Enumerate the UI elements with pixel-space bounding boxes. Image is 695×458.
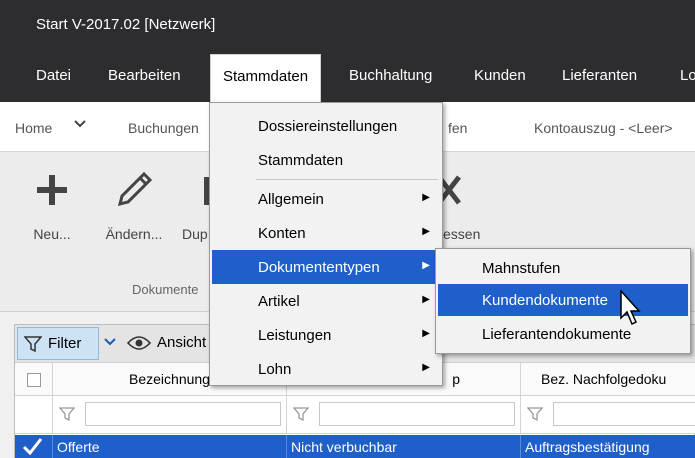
menu-stammdaten[interactable]: Stammdaten [210,54,322,102]
window-title: Start V-2017.02 [Netzwerk] [36,16,216,33]
menu-item-label: Leistungen [258,327,332,344]
chevron-right-icon: ▶ [422,328,430,339]
column-header-nachfolgedokument[interactable]: Bez. Nachfolgedoku [521,363,695,396]
ribbon-group-label: Dokumente [132,282,199,297]
table-cell[interactable]: Nicht verbuchbar [287,435,521,458]
submenu-item-kundendokumente[interactable]: Kundendokumente [438,284,688,316]
menu-item-stammdaten[interactable]: Stammdaten [212,143,440,177]
menu-lohn[interactable]: Lo [680,67,695,84]
menu-bar: Datei Bearbeiten Stammdaten Buchhaltung … [0,52,695,102]
menu-buchhaltung[interactable]: Buchhaltung [349,67,432,84]
menu-item-konten[interactable]: Konten ▶ [212,216,440,250]
duplicate-button-label: Dup [182,226,208,242]
select-all-checkbox[interactable] [26,373,41,387]
filter-input-nachfolgedokument[interactable] [553,402,695,426]
submenu-item-lieferantendokumente[interactable]: Lieferantendokumente [438,318,688,350]
menu-item-label: Artikel [258,293,300,310]
eye-icon [127,335,151,350]
menu-item-artikel[interactable]: Artikel ▶ [212,284,440,318]
close-icon [443,168,489,212]
funnel-icon[interactable] [526,406,544,425]
submenu-item-mahnstufen[interactable]: Mahnstufen [438,252,688,284]
view-label: Ansicht [157,334,207,351]
menu-item-label: Dokumententypen [258,259,380,276]
menu-item-dossiereinstellungen[interactable]: Dossiereinstellungen [212,109,440,143]
new-button[interactable]: Neu... [24,168,80,242]
menu-datei[interactable]: Datei [36,67,71,84]
chevron-right-icon: ▶ [422,226,430,237]
filter-label: Filter [48,335,82,352]
menu-kunden[interactable]: Kunden [474,67,526,84]
menu-item-leistungen[interactable]: Leistungen ▶ [212,318,440,352]
menu-item-label: Stammdaten [258,152,344,169]
filter-row-cell [287,396,521,434]
menu-item-lohn[interactable]: Lohn ▶ [212,352,440,386]
funnel-icon[interactable] [58,406,76,425]
menu-item-label: Konten [258,225,306,242]
menu-item-allgemein[interactable]: Allgemein ▶ [212,182,440,216]
chevron-right-icon: ▶ [422,260,430,271]
menu-item-dokumententypen[interactable]: Dokumententypen ▶ [212,250,440,284]
filter-row-cell [15,396,53,434]
menu-item-label: Lohn [258,361,292,378]
breadcrumb-home[interactable]: Home [15,120,52,136]
breadcrumb-buchungen[interactable]: Buchungen [128,120,199,136]
duplicate-icon [182,168,212,212]
chevron-down-icon[interactable] [103,335,117,352]
chevron-right-icon: ▶ [422,192,430,203]
table-cell[interactable]: Offerte [53,435,287,458]
close-button[interactable]: essen [443,168,489,242]
edit-button[interactable]: Ändern... [96,168,172,242]
chevron-down-icon[interactable] [72,116,88,135]
filter-input-bezeichnung[interactable] [85,402,281,426]
chevron-right-icon: ▶ [422,294,430,305]
filter-row-cell [521,396,695,434]
funnel-icon[interactable] [292,406,310,425]
pencil-icon [96,168,172,212]
menu-item-label: Allgemein [258,191,324,208]
chevron-right-icon: ▶ [422,362,430,373]
menu-separator [256,179,438,180]
title-bar: Start V-2017.02 [Netzwerk] [0,0,695,52]
new-button-label: Neu... [33,226,71,242]
mouse-cursor-icon [619,289,643,331]
select-all-header[interactable] [15,363,53,396]
close-button-label: essen [443,226,481,242]
breadcrumb-kontoauszug[interactable]: Kontoauszug - <Leer> [534,120,673,136]
breadcrumb-mahnstufen[interactable]: fen [448,120,467,136]
edit-button-label: Ändern... [105,226,163,242]
filter-row-cell [53,396,287,434]
menu-lieferanten[interactable]: Lieferanten [562,67,637,84]
checkmark-icon [22,438,43,456]
duplicate-button[interactable]: Dup [182,168,212,242]
dokumententypen-submenu: Mahnstufen Kundendokumente Lieferantendo… [435,248,691,354]
view-button[interactable]: Ansicht [127,334,206,351]
filter-input-typ[interactable] [319,402,515,426]
row-checkbox[interactable] [15,435,53,458]
filter-button[interactable]: Filter [17,327,99,360]
filter-icon [24,335,42,352]
menu-bearbeiten[interactable]: Bearbeiten [108,67,181,84]
table-cell[interactable]: Auftragsbestätigung [521,435,695,458]
stammdaten-dropdown-menu: Dossiereinstellungen Stammdaten Allgemei… [209,102,443,386]
menu-item-label: Dossiereinstellungen [258,118,398,135]
plus-icon [24,168,80,212]
